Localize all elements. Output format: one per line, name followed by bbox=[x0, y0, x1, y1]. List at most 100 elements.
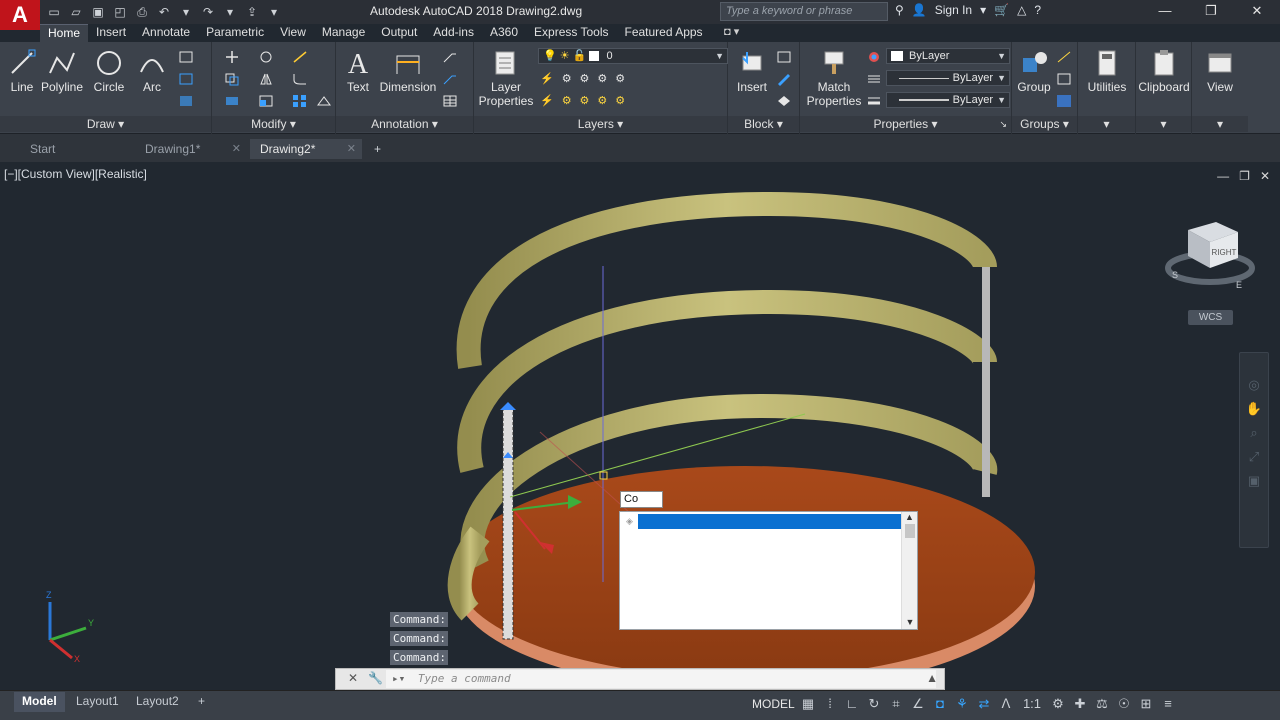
tab-express-tools[interactable]: Express Tools bbox=[526, 24, 616, 42]
close-tab-icon[interactable]: ✕ bbox=[232, 142, 241, 155]
command-input[interactable]: ▸▾ Type a command bbox=[386, 670, 936, 688]
ungroup-icon[interactable] bbox=[1056, 50, 1072, 64]
scroll-thumb[interactable] bbox=[904, 524, 915, 538]
customize-qat-icon[interactable]: ▾ bbox=[266, 4, 282, 20]
lineweight-dropdown[interactable]: ByLayer ▼ bbox=[886, 92, 1010, 108]
command-autocomplete-list[interactable]: ◈ ▲ ▼ bbox=[619, 511, 918, 630]
view-cube[interactable]: RIGHT S E bbox=[1165, 222, 1255, 290]
annotation-monitor-icon[interactable]: ✚ bbox=[1072, 696, 1088, 712]
user-icon[interactable]: 👤 bbox=[912, 3, 927, 17]
hardware-acceleration-icon[interactable]: ⊞ bbox=[1138, 696, 1154, 712]
text-button[interactable]: A Text bbox=[342, 48, 374, 94]
file-tab-drawing1[interactable]: Drawing1* ✕ bbox=[135, 139, 247, 159]
isodraft-icon[interactable]: ⌗ bbox=[888, 696, 904, 712]
match-properties-button[interactable]: Match Properties bbox=[804, 48, 864, 108]
utilities-panel-title[interactable]: ▾ bbox=[1078, 116, 1135, 132]
redo-dropdown-icon[interactable]: ▾ bbox=[222, 4, 238, 20]
rectangle-icon[interactable] bbox=[178, 50, 194, 64]
workspace-gear-icon[interactable]: ⚙ bbox=[1050, 696, 1066, 712]
copy-icon[interactable] bbox=[224, 72, 240, 86]
navigation-bar[interactable]: ◎ ✋ ⌕ ⤢ ▣ bbox=[1239, 352, 1269, 548]
block-panel-title[interactable]: Block ▾ bbox=[728, 116, 799, 132]
tab-parametric[interactable]: Parametric bbox=[198, 24, 272, 42]
layout-tab-layout1[interactable]: Layout1 bbox=[68, 692, 127, 712]
drawing-viewport[interactable]: [−][Custom View][Realistic] — ❐ ✕ RIGHT … bbox=[0, 162, 1280, 690]
grid-icon[interactable]: ▦ bbox=[800, 696, 816, 712]
dimension-button[interactable]: Dimension bbox=[378, 48, 438, 94]
multileader-icon[interactable] bbox=[442, 72, 458, 86]
scroll-up-icon[interactable]: ▲ bbox=[902, 512, 917, 522]
selection-cycling-icon[interactable]: ⇄ bbox=[976, 696, 992, 712]
linetype-icon[interactable] bbox=[866, 72, 882, 86]
modify-panel-title[interactable]: Modify ▾ bbox=[212, 116, 335, 132]
insert-button[interactable]: Insert bbox=[732, 48, 772, 94]
share-icon[interactable]: ⇪ bbox=[244, 4, 260, 20]
draw-panel-title[interactable]: Draw ▾ bbox=[0, 116, 211, 132]
tab-view[interactable]: View bbox=[272, 24, 314, 42]
autocomplete-scrollbar[interactable]: ▲ ▼ bbox=[901, 512, 917, 629]
dynamic-input-field[interactable]: Co bbox=[620, 491, 663, 508]
ribbon-minimize-icon[interactable]: ◘ ▾ bbox=[724, 25, 739, 38]
wrench-icon[interactable]: 🔧 bbox=[368, 671, 383, 685]
utilities-button[interactable]: Utilities bbox=[1080, 48, 1134, 94]
trim-icon[interactable] bbox=[292, 50, 308, 64]
layer-dropdown[interactable]: 💡 ☀ 🔓 0 ▼ bbox=[538, 48, 728, 64]
properties-panel-title[interactable]: Properties ▾ ↘ bbox=[800, 116, 1011, 132]
close-icon[interactable]: ✕ bbox=[1234, 0, 1280, 24]
arc-button[interactable]: Arc bbox=[134, 48, 170, 94]
line-button[interactable]: Line bbox=[4, 48, 40, 94]
view-panel-title[interactable]: ▾ bbox=[1192, 116, 1248, 132]
array-icon[interactable] bbox=[292, 94, 308, 108]
clipboard-button[interactable]: Clipboard bbox=[1136, 48, 1192, 94]
object-snap-icon[interactable]: ◘ bbox=[932, 696, 948, 712]
linetype-dropdown[interactable]: ByLayer ▼ bbox=[886, 70, 1010, 86]
panel-launcher-icon[interactable]: ↘ bbox=[999, 116, 1007, 132]
file-tab-drawing2[interactable]: Drawing2* ✕ bbox=[250, 139, 362, 159]
group-selection-icon[interactable] bbox=[1056, 94, 1072, 108]
hatch-icon[interactable] bbox=[178, 72, 194, 86]
ortho-icon[interactable]: ∟ bbox=[844, 696, 860, 712]
help-icon[interactable]: ? bbox=[1034, 3, 1041, 17]
layout-tab-model[interactable]: Model bbox=[14, 692, 65, 712]
print-icon[interactable]: ⎙ bbox=[134, 4, 150, 20]
rotate-icon[interactable] bbox=[258, 50, 274, 64]
sign-in-dropdown-icon[interactable]: ▾ bbox=[980, 3, 986, 17]
layer-properties-button[interactable]: Layer Properties bbox=[478, 48, 534, 108]
snap-icon[interactable]: ⁞ bbox=[822, 696, 838, 712]
sign-in-button[interactable]: Sign In bbox=[935, 3, 972, 17]
file-tab-start[interactable]: Start bbox=[20, 139, 128, 159]
undo-icon[interactable]: ↶ bbox=[156, 4, 172, 20]
minimize-icon[interactable]: — bbox=[1142, 0, 1188, 24]
block-attribute-icon[interactable] bbox=[776, 94, 792, 108]
leader-icon[interactable] bbox=[442, 50, 458, 64]
wcs-menu-button[interactable]: WCS bbox=[1188, 310, 1233, 325]
circle-button[interactable]: Circle bbox=[90, 48, 128, 94]
binoculars-icon[interactable]: ⚲ bbox=[895, 3, 904, 17]
polyline-button[interactable]: Polyline bbox=[40, 48, 84, 94]
tab-annotate[interactable]: Annotate bbox=[134, 24, 198, 42]
cart-icon[interactable]: 🛒 bbox=[994, 3, 1009, 17]
tab-a360[interactable]: A360 bbox=[482, 24, 526, 42]
tab-add-ins[interactable]: Add-ins bbox=[425, 24, 482, 42]
clipboard-panel-title[interactable]: ▾ bbox=[1136, 116, 1191, 132]
view-button[interactable]: View bbox=[1194, 48, 1246, 94]
table-icon[interactable] bbox=[442, 94, 458, 108]
dynamic-ucs-icon[interactable]: ⚘ bbox=[954, 696, 970, 712]
layout-tab-layout2[interactable]: Layout2 bbox=[128, 692, 187, 712]
units-icon[interactable]: ⚖ bbox=[1094, 696, 1110, 712]
layers-panel-title[interactable]: Layers ▾ bbox=[474, 116, 727, 132]
new-tab-button[interactable]: + bbox=[368, 139, 394, 159]
add-layout-button[interactable]: + bbox=[190, 692, 213, 712]
create-block-icon[interactable] bbox=[776, 50, 792, 64]
new-file-icon[interactable]: ▭ bbox=[46, 4, 62, 20]
groups-panel-title[interactable]: Groups ▾ bbox=[1012, 116, 1077, 132]
model-space-toggle[interactable]: MODEL bbox=[752, 697, 795, 711]
annotation-panel-title[interactable]: Annotation ▾ bbox=[336, 116, 473, 132]
redo-icon[interactable]: ↷ bbox=[200, 4, 216, 20]
lineweight-icon[interactable] bbox=[866, 94, 882, 108]
save-icon[interactable]: ▣ bbox=[90, 4, 106, 20]
scroll-down-icon[interactable]: ▼ bbox=[902, 617, 918, 627]
erase-icon[interactable] bbox=[316, 94, 332, 108]
color-dropdown[interactable]: ByLayer ▼ bbox=[886, 48, 1010, 64]
tab-insert[interactable]: Insert bbox=[88, 24, 134, 42]
